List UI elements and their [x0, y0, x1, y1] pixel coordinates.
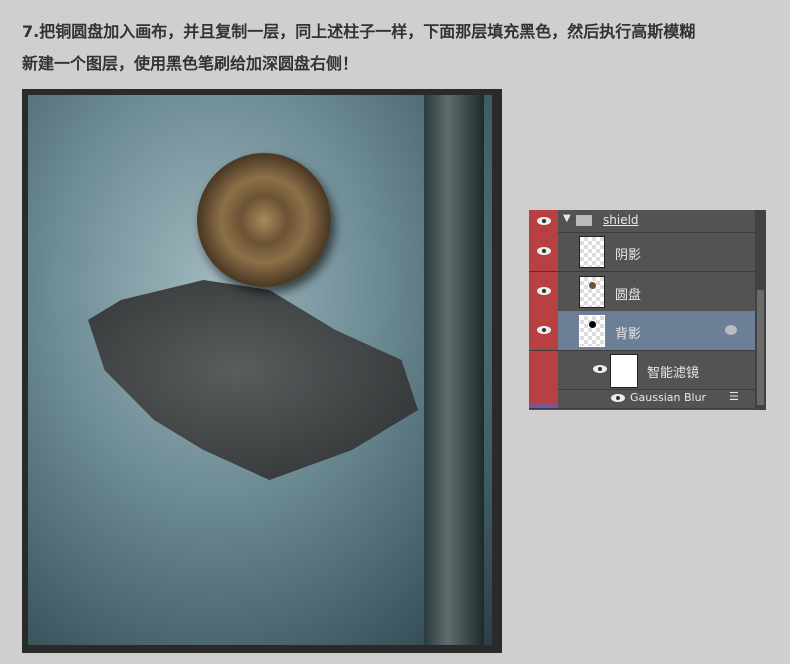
layer-thumbnail	[579, 236, 605, 268]
smart-filter-icon[interactable]	[725, 325, 737, 335]
eye-icon[interactable]	[611, 394, 625, 402]
dragon-pillar	[424, 95, 484, 645]
scrollbar[interactable]	[755, 210, 766, 410]
artwork	[28, 95, 492, 645]
eye-icon[interactable]	[537, 217, 551, 225]
smart-filter-label: 智能滤镜	[647, 366, 700, 381]
caption-line-1: 7.把铜圆盘加入画布，并且复制一层，同上述柱子一样，下面那层填充黑色，然后执行高…	[22, 22, 696, 41]
group-name: shield	[603, 213, 639, 227]
filter-name: Gaussian Blur	[630, 391, 707, 404]
caption-line-2: 新建一个图层，使用黑色笔刷给加深圆盘右侧！	[22, 54, 359, 73]
filter-mask-thumbnail	[610, 354, 638, 388]
smart-object-thumbnail	[579, 315, 605, 347]
layer-row[interactable]: 圆盘	[529, 272, 755, 312]
folder-icon	[576, 215, 592, 226]
filter-row[interactable]: Gaussian Blur ☰	[529, 389, 755, 409]
broken-wall-hole	[88, 280, 418, 480]
smart-filter-row[interactable]: 智能滤镜	[529, 351, 755, 390]
eye-icon[interactable]	[593, 365, 607, 373]
layer-row[interactable]: 阴影	[529, 232, 755, 272]
bronze-shield	[197, 153, 331, 287]
blending-options-icon[interactable]: ☰	[729, 390, 739, 403]
layer-thumbnail	[579, 276, 605, 308]
eye-icon[interactable]	[537, 326, 551, 334]
eye-icon[interactable]	[537, 287, 551, 295]
expand-triangle-icon[interactable]: ▼	[563, 213, 571, 224]
layer-name: 圆盘	[615, 288, 642, 303]
layer-row-selected[interactable]: 背影	[529, 311, 755, 351]
eye-icon[interactable]	[537, 247, 551, 255]
photoshop-canvas-image	[22, 89, 502, 653]
layer-name: 背影	[615, 327, 642, 342]
layer-group-shield[interactable]: ▼ shield	[529, 210, 755, 233]
layer-name: 阴影	[615, 248, 642, 263]
layers-panel: ▼ shield 阴影 圆盘 背影 智能滤镜 Gaussian Blur ☰	[529, 210, 766, 410]
